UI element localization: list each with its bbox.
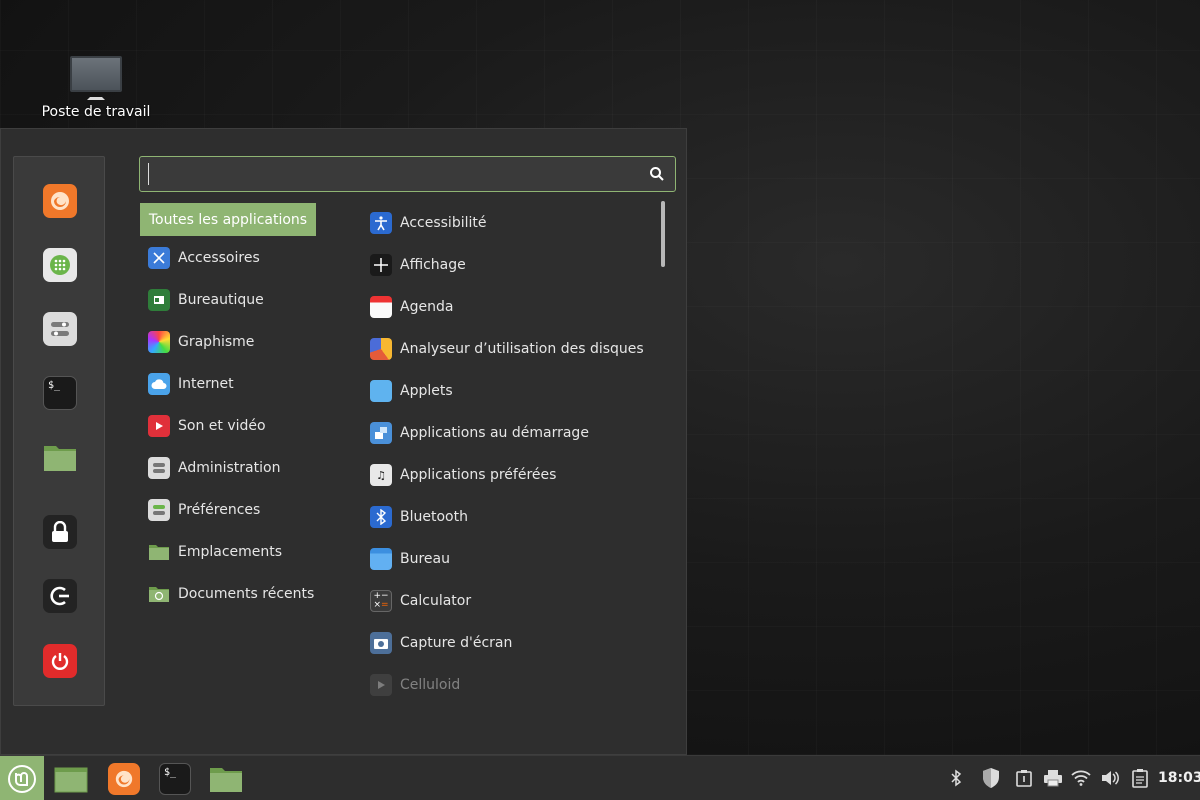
app-screenshot[interactable]: Capture d'écran [370, 628, 512, 658]
apps-scrollbar[interactable] [661, 201, 665, 267]
category-administration[interactable]: Administration [148, 453, 280, 483]
calculator-icon: +− ×= [370, 590, 392, 612]
taskbar-terminal-icon[interactable]: $_ [158, 762, 192, 796]
app-desktop[interactable]: Bureau [370, 544, 450, 574]
firefox-icon[interactable] [43, 184, 77, 218]
app-applets[interactable]: Applets [370, 376, 453, 406]
app-preferred-applications[interactable]: ♫ Applications préférées [370, 460, 556, 490]
celluloid-icon [370, 674, 392, 696]
display-icon [370, 254, 392, 276]
accessibility-icon [370, 212, 392, 234]
monitor-icon [70, 56, 122, 92]
applets-icon [370, 380, 392, 402]
app-accessibility[interactable]: Accessibilité [370, 208, 486, 238]
screenshot-icon [370, 632, 392, 654]
app-calendar[interactable]: Agenda [370, 292, 453, 322]
disk-usage-icon [370, 338, 392, 360]
power-icon[interactable] [43, 644, 77, 678]
clock[interactable]: 18:03 [1158, 770, 1200, 786]
preferred-apps-icon: ♫ [370, 464, 392, 486]
taskbar-folder-icon[interactable] [209, 762, 243, 796]
graphics-icon [148, 331, 170, 353]
category-internet[interactable]: Internet [148, 369, 234, 399]
taskbar-files-icon[interactable] [54, 762, 88, 796]
calendar-icon [370, 296, 392, 318]
printer-icon[interactable] [1042, 767, 1064, 789]
category-graphics[interactable]: Graphisme [148, 327, 254, 357]
administration-icon [148, 457, 170, 479]
search-box [139, 156, 676, 192]
category-all-applications[interactable]: Toutes les applications [140, 203, 316, 236]
application-menu: $_ Toutes les applications Accessoires B… [0, 128, 687, 755]
app-display[interactable]: Affichage [370, 250, 466, 280]
multimedia-icon [148, 415, 170, 437]
desktop-icon-label: Poste de travail [41, 104, 151, 120]
category-office[interactable]: Bureautique [148, 285, 264, 315]
wifi-icon[interactable] [1070, 767, 1092, 789]
office-icon [148, 289, 170, 311]
category-places[interactable]: Emplacements [148, 537, 282, 567]
search-input[interactable] [148, 163, 638, 185]
category-recent-documents[interactable]: Documents récents [148, 579, 314, 609]
menu-button[interactable] [0, 756, 44, 800]
app-celluloid[interactable]: Celluloid [370, 670, 460, 700]
places-folder-icon [148, 541, 170, 563]
app-disk-usage[interactable]: Analyseur d’utilisation des disques [370, 334, 644, 364]
clipboard-icon[interactable] [1013, 767, 1035, 789]
app-calculator[interactable]: +− ×= Calculator [370, 586, 471, 616]
linux-mint-logo-icon [8, 764, 36, 793]
startup-apps-icon [370, 422, 392, 444]
desktop-icon-computer[interactable]: Poste de travail [40, 56, 152, 120]
files-icon[interactable] [43, 440, 77, 474]
terminal-icon[interactable]: $_ [43, 376, 77, 410]
category-preferences[interactable]: Préférences [148, 495, 260, 525]
preferences-icon [148, 499, 170, 521]
category-sound-video[interactable]: Son et vidéo [148, 411, 266, 441]
internet-icon [148, 373, 170, 395]
bluetooth-icon[interactable] [945, 767, 967, 789]
desktop-folder-icon [370, 548, 392, 570]
notes-icon[interactable] [1129, 767, 1151, 789]
logout-icon[interactable] [43, 579, 77, 613]
app-startup-applications[interactable]: Applications au démarrage [370, 418, 589, 448]
volume-icon[interactable] [1099, 767, 1121, 789]
lock-screen-icon[interactable] [43, 515, 77, 549]
update-shield-icon[interactable] [980, 767, 1002, 789]
category-accessories[interactable]: Accessoires [148, 243, 260, 273]
accessories-icon [148, 247, 170, 269]
app-bluetooth[interactable]: Bluetooth [370, 502, 468, 532]
taskbar-firefox-icon[interactable] [107, 762, 141, 796]
favorites-sidebar: $_ [13, 156, 105, 706]
taskbar: $_ 18:03 [0, 755, 1200, 800]
recent-documents-icon [148, 583, 170, 605]
system-settings-icon[interactable] [43, 312, 77, 346]
software-manager-icon[interactable] [43, 248, 77, 282]
search-icon[interactable] [649, 166, 665, 182]
bluetooth-icon [370, 506, 392, 528]
